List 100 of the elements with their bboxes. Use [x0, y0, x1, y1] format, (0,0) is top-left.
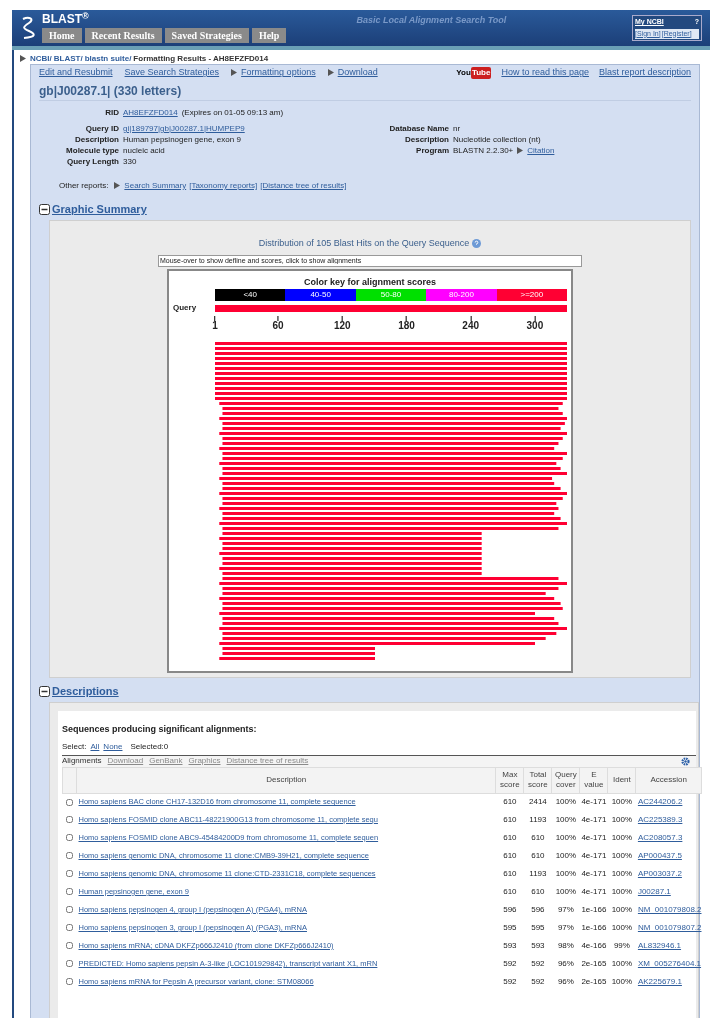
- triangle-icon: [114, 182, 121, 190]
- breadcrumb-current: Formatting Results - AH8EFZFD014: [133, 52, 269, 65]
- table-cell: 96%: [557, 977, 574, 986]
- accession-link[interactable]: AP000437.5: [637, 851, 682, 860]
- action-link[interactable]: Download: [327, 66, 378, 80]
- column-header[interactable]: Description: [76, 767, 496, 793]
- column-header[interactable]: E value: [579, 767, 608, 793]
- field-label: RID: [104, 107, 119, 119]
- row-checkbox[interactable]: [66, 834, 73, 842]
- table-cell: 1e-166: [581, 923, 607, 932]
- table-cell: 610: [503, 833, 517, 842]
- axis-tick: 240: [462, 316, 480, 331]
- table-cell: 1193: [529, 815, 547, 824]
- axis-tick: 120: [333, 316, 351, 331]
- axis-tick: 60: [272, 316, 284, 331]
- column-header[interactable]: Ident: [607, 767, 636, 793]
- triangle-icon: [20, 55, 26, 62]
- row-checkbox[interactable]: [66, 798, 73, 806]
- accession-link[interactable]: J00287.1: [637, 887, 671, 896]
- triangle-icon: [517, 147, 524, 155]
- report-link[interactable]: [Distance tree of results]: [260, 180, 347, 192]
- citation-link[interactable]: Citation: [517, 145, 555, 156]
- row-checkbox[interactable]: [66, 924, 73, 932]
- field-value: BLASTN 2.2.30+: [453, 145, 514, 156]
- hit-bars-drawing[interactable]: [215, 342, 567, 662]
- accession-link[interactable]: NM_001079808.2: [637, 905, 702, 914]
- table-cell: 610: [503, 887, 517, 896]
- accession-link[interactable]: AC208057.3: [637, 833, 683, 842]
- table-cell: 593: [503, 941, 517, 950]
- field-value: Nucleotide collection (nt): [453, 134, 541, 145]
- table-cell: 4e-171: [581, 815, 607, 824]
- table-cell: 4e-166: [581, 941, 607, 950]
- row-checkbox[interactable]: [66, 978, 73, 986]
- table-cell: 4e-171: [581, 869, 607, 878]
- report-link[interactable]: [Taxonomy reports]: [189, 180, 258, 192]
- selected-count: Selected:0: [130, 740, 169, 753]
- table-cell: 100%: [555, 869, 577, 878]
- color-key-swatch: 40-50: [285, 289, 356, 301]
- breadcrumb-link[interactable]: NCBI/: [30, 52, 52, 65]
- section-heading[interactable]: Descriptions: [52, 682, 119, 700]
- column-header[interactable]: Query cover: [551, 767, 580, 793]
- table-cell: 610: [503, 797, 517, 807]
- breadcrumb-link[interactable]: blastn suite/: [84, 52, 132, 65]
- color-key-title: Color key for alignment scores: [303, 275, 436, 289]
- query-id-link[interactable]: gi|189797|gb|J00287.1|HUMPEP9: [123, 123, 245, 134]
- table-cell: 610: [503, 869, 517, 878]
- action-link[interactable]: Edit and Resubmit: [39, 66, 113, 80]
- collapse-icon[interactable]: [39, 203, 50, 215]
- settings-icon[interactable]: [681, 756, 690, 766]
- field-label: Description: [404, 134, 449, 145]
- row-checkbox[interactable]: [66, 942, 73, 950]
- color-key-swatch: >=200: [496, 289, 568, 301]
- accession-link[interactable]: XM_005276404.1: [637, 959, 702, 968]
- row-checkbox[interactable]: [66, 870, 73, 878]
- table-cell: 100%: [611, 905, 633, 914]
- field-label: Database Name: [388, 123, 449, 134]
- accession-link[interactable]: AC244206.2: [637, 797, 683, 807]
- toolbar-action[interactable]: Alignments: [62, 755, 102, 767]
- row-checkbox[interactable]: [66, 816, 73, 824]
- accession-link[interactable]: AP003037.2: [637, 869, 682, 878]
- other-reports-label: Other reports:: [59, 180, 109, 192]
- column-header[interactable]: Max score: [495, 767, 524, 793]
- accession-link[interactable]: AK225679.1: [637, 977, 682, 986]
- select-none-link[interactable]: None: [103, 740, 123, 753]
- table-cell: 99%: [613, 941, 630, 950]
- accession-link[interactable]: AC225389.3: [637, 815, 683, 824]
- table-cell: 2e-165: [581, 959, 607, 968]
- table-cell: 610: [503, 815, 517, 824]
- row-checkbox[interactable]: [66, 888, 73, 896]
- row-checkbox[interactable]: [66, 960, 73, 968]
- table-cell: 592: [531, 959, 545, 968]
- action-link[interactable]: Save Search Strategies: [124, 66, 220, 80]
- table-cell: 100%: [555, 815, 577, 824]
- breadcrumb-link[interactable]: BLAST/: [53, 52, 83, 65]
- field-label: Query Length: [66, 156, 119, 167]
- help-icon[interactable]: [472, 239, 482, 249]
- accession-link[interactable]: AL832946.1: [637, 941, 682, 950]
- field-label: Molecule type: [65, 145, 119, 156]
- field-label: Description: [74, 134, 119, 145]
- table-cell: 100%: [611, 923, 633, 932]
- table-cell: 96%: [557, 959, 574, 968]
- help-link[interactable]: Blast report description: [598, 66, 691, 80]
- help-link[interactable]: How to read this page: [501, 66, 589, 80]
- column-header[interactable]: Accession: [635, 767, 702, 793]
- select-all-link[interactable]: All: [90, 740, 100, 753]
- descriptions-subtitle: Sequences producing significant alignments:: [62, 723, 258, 736]
- triangle-icon: [231, 69, 238, 77]
- collapse-icon[interactable]: [39, 685, 50, 697]
- table-cell: 4e-171: [581, 833, 607, 842]
- table-cell: 100%: [555, 833, 577, 842]
- section-heading[interactable]: Graphic Summary: [52, 200, 147, 218]
- chart-title: Distribution of 105 Blast Hits on the Query Sequence: [258, 237, 470, 250]
- accession-link[interactable]: NM_001079807.2: [637, 923, 702, 932]
- row-checkbox[interactable]: [66, 852, 73, 860]
- column-header[interactable]: Total score: [523, 767, 552, 793]
- row-checkbox[interactable]: [66, 906, 73, 914]
- action-link[interactable]: Formatting options: [231, 66, 316, 80]
- table-cell: 98%: [557, 941, 574, 950]
- report-link[interactable]: Search Summary: [114, 180, 187, 192]
- rid-link[interactable]: AH8EFZFD014: [123, 107, 178, 119]
